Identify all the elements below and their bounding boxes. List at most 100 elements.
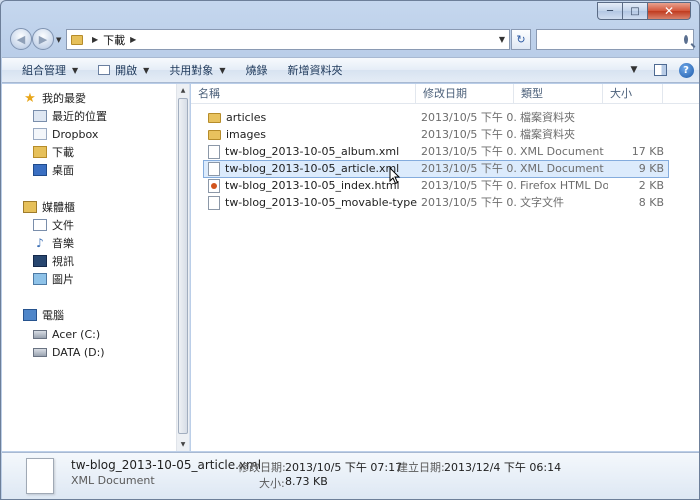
file-type: XML Document bbox=[520, 145, 604, 158]
nav-videos[interactable]: 視訊 bbox=[33, 252, 74, 270]
file-size: 8 KB bbox=[638, 196, 664, 209]
recent-pages-dropdown[interactable]: ▼ bbox=[56, 36, 61, 44]
column-header-size[interactable]: 大小 bbox=[603, 84, 663, 104]
details-file-name: tw-blog_2013-10-05_article.xml bbox=[71, 458, 262, 472]
details-modified-value: 2013/10/5 下午 07:17 bbox=[285, 461, 403, 474]
file-row[interactable]: tw-blog_2013-10-05_movable-type.txt 2013… bbox=[203, 194, 669, 212]
chevron-down-icon: ▼ bbox=[630, 65, 638, 75]
file-name: images bbox=[226, 128, 266, 141]
file-row[interactable]: images 2013/10/5 下午 0... 檔案資料夾 bbox=[203, 126, 669, 144]
recent-places-icon bbox=[33, 110, 47, 122]
details-size-value: 8.73 KB bbox=[285, 475, 328, 488]
new-folder-label: 新增資料夾 bbox=[287, 64, 343, 77]
nav-downloads[interactable]: 下載 bbox=[33, 143, 74, 161]
column-header-name[interactable]: 名稱 bbox=[191, 84, 416, 104]
file-type: 檔案資料夾 bbox=[520, 111, 575, 124]
nav-label: 下載 bbox=[52, 146, 74, 159]
file-name-cell: tw-blog_2013-10-05_movable-type.txt bbox=[208, 195, 418, 211]
forward-button[interactable]: ▶ bbox=[32, 28, 54, 50]
file-name: tw-blog_2013-10-05_album.xml bbox=[225, 145, 400, 158]
hard-drive-icon bbox=[33, 347, 47, 357]
preview-pane-button[interactable] bbox=[647, 59, 673, 81]
share-button[interactable]: 共用對象 ▼ bbox=[159, 58, 235, 82]
organize-button[interactable]: 組合管理 ▼ bbox=[12, 58, 88, 82]
documents-icon bbox=[33, 219, 47, 231]
file-size: 9 KB bbox=[638, 162, 664, 175]
burn-button[interactable]: 燒錄 bbox=[235, 58, 277, 82]
file-name: tw-blog_2013-10-05_index.html bbox=[225, 179, 400, 192]
xml-file-icon bbox=[208, 145, 220, 159]
nav-libraries[interactable]: 媒體櫃 bbox=[23, 198, 75, 216]
file-row-selected[interactable]: tw-blog_2013-10-05_article.xml 2013/10/5… bbox=[203, 160, 669, 178]
navigation-tree: ★ 我的最愛 最近的位置 Dropbox 下載 桌面 媒體櫃 文件 ♪ 音樂 視… bbox=[2, 84, 177, 451]
nav-pictures[interactable]: 圖片 bbox=[33, 270, 74, 288]
back-button[interactable]: ◀ bbox=[10, 28, 32, 50]
file-row[interactable]: tw-blog_2013-10-05_index.html 2013/10/5 … bbox=[203, 177, 669, 195]
address-dropdown-icon[interactable]: ▼ bbox=[495, 35, 509, 44]
file-date: 2013/10/5 下午 0... bbox=[421, 179, 517, 192]
nav-desktop[interactable]: 桌面 bbox=[33, 161, 74, 179]
nav-music[interactable]: ♪ 音樂 bbox=[33, 234, 74, 252]
share-label: 共用對象 bbox=[169, 64, 214, 77]
file-name: articles bbox=[226, 111, 267, 124]
search-box[interactable] bbox=[536, 29, 694, 50]
file-size bbox=[609, 127, 664, 143]
scroll-up-icon[interactable]: ▲ bbox=[177, 84, 189, 97]
folder-icon bbox=[208, 130, 221, 140]
nav-label: 視訊 bbox=[52, 255, 74, 268]
search-icon[interactable] bbox=[684, 35, 688, 44]
view-options-button[interactable]: ▼ bbox=[621, 59, 647, 81]
breadcrumb-chevron-icon[interactable]: ▶ bbox=[130, 35, 136, 44]
navigation-scrollbar[interactable]: ▲ ▼ bbox=[176, 84, 189, 451]
address-bar[interactable]: ▶ 下載 ▶ ▼ bbox=[66, 29, 510, 50]
help-button[interactable]: ? bbox=[673, 59, 699, 81]
music-note-icon: ♪ bbox=[36, 236, 44, 250]
breadcrumb-downloads[interactable]: 下載 bbox=[103, 32, 125, 48]
organize-label: 組合管理 bbox=[22, 64, 66, 77]
computer-icon bbox=[23, 309, 37, 321]
open-button[interactable]: 開啟 ▼ bbox=[88, 58, 159, 82]
nav-computer[interactable]: 電腦 bbox=[23, 306, 64, 324]
column-header-type[interactable]: 類型 bbox=[514, 84, 603, 104]
file-date: 2013/10/5 下午 0... bbox=[421, 128, 517, 141]
firefox-html-icon bbox=[208, 179, 220, 193]
file-name-cell: articles bbox=[208, 110, 418, 126]
nav-recent[interactable]: 最近的位置 bbox=[33, 107, 107, 125]
file-size bbox=[609, 110, 664, 126]
arrow-left-icon: ◀ bbox=[16, 32, 26, 46]
file-type: XML Document bbox=[520, 162, 604, 175]
hard-drive-icon bbox=[33, 329, 47, 339]
details-file-type: XML Document bbox=[71, 474, 155, 487]
nav-documents[interactable]: 文件 bbox=[33, 216, 74, 234]
details-created-label: 建立日期: bbox=[397, 461, 445, 474]
xml-file-icon bbox=[208, 162, 220, 176]
scrollbar-thumb[interactable] bbox=[178, 98, 188, 434]
file-name-cell: tw-blog_2013-10-05_index.html bbox=[208, 178, 418, 194]
file-type: 檔案資料夾 bbox=[520, 128, 575, 141]
scroll-down-icon[interactable]: ▼ bbox=[177, 438, 189, 451]
chevron-down-icon: ▼ bbox=[143, 65, 150, 75]
nav-drive-d[interactable]: DATA (D:) bbox=[33, 343, 105, 361]
nav-label: Acer (C:) bbox=[52, 327, 101, 341]
chevron-down-icon: ▼ bbox=[72, 65, 79, 75]
star-icon: ★ bbox=[24, 90, 36, 106]
search-input[interactable] bbox=[539, 33, 684, 46]
refresh-button[interactable]: ↻ bbox=[511, 29, 531, 50]
new-folder-button[interactable]: 新增資料夾 bbox=[277, 58, 352, 82]
file-row[interactable]: articles 2013/10/5 下午 0... 檔案資料夾 bbox=[203, 109, 669, 127]
maximize-button[interactable]: □ bbox=[623, 2, 648, 20]
file-row[interactable]: tw-blog_2013-10-05_album.xml 2013/10/5 下… bbox=[203, 143, 669, 161]
nav-label: 桌面 bbox=[52, 164, 74, 177]
text-file-icon bbox=[208, 196, 220, 210]
minimize-button[interactable]: ─ bbox=[597, 2, 623, 20]
libraries-icon bbox=[23, 201, 37, 213]
nav-drive-c[interactable]: Acer (C:) bbox=[33, 325, 100, 343]
nav-favorites[interactable]: ★ 我的最愛 bbox=[23, 89, 86, 107]
nav-label: 媒體櫃 bbox=[42, 201, 75, 214]
column-header-date[interactable]: 修改日期 bbox=[416, 84, 514, 104]
open-label: 開啟 bbox=[115, 64, 138, 77]
nav-dropbox[interactable]: Dropbox bbox=[33, 125, 98, 143]
breadcrumb-chevron-icon[interactable]: ▶ bbox=[92, 35, 98, 44]
file-date: 2013/10/5 下午 0... bbox=[421, 145, 517, 158]
close-button[interactable]: ✕ bbox=[648, 2, 691, 20]
